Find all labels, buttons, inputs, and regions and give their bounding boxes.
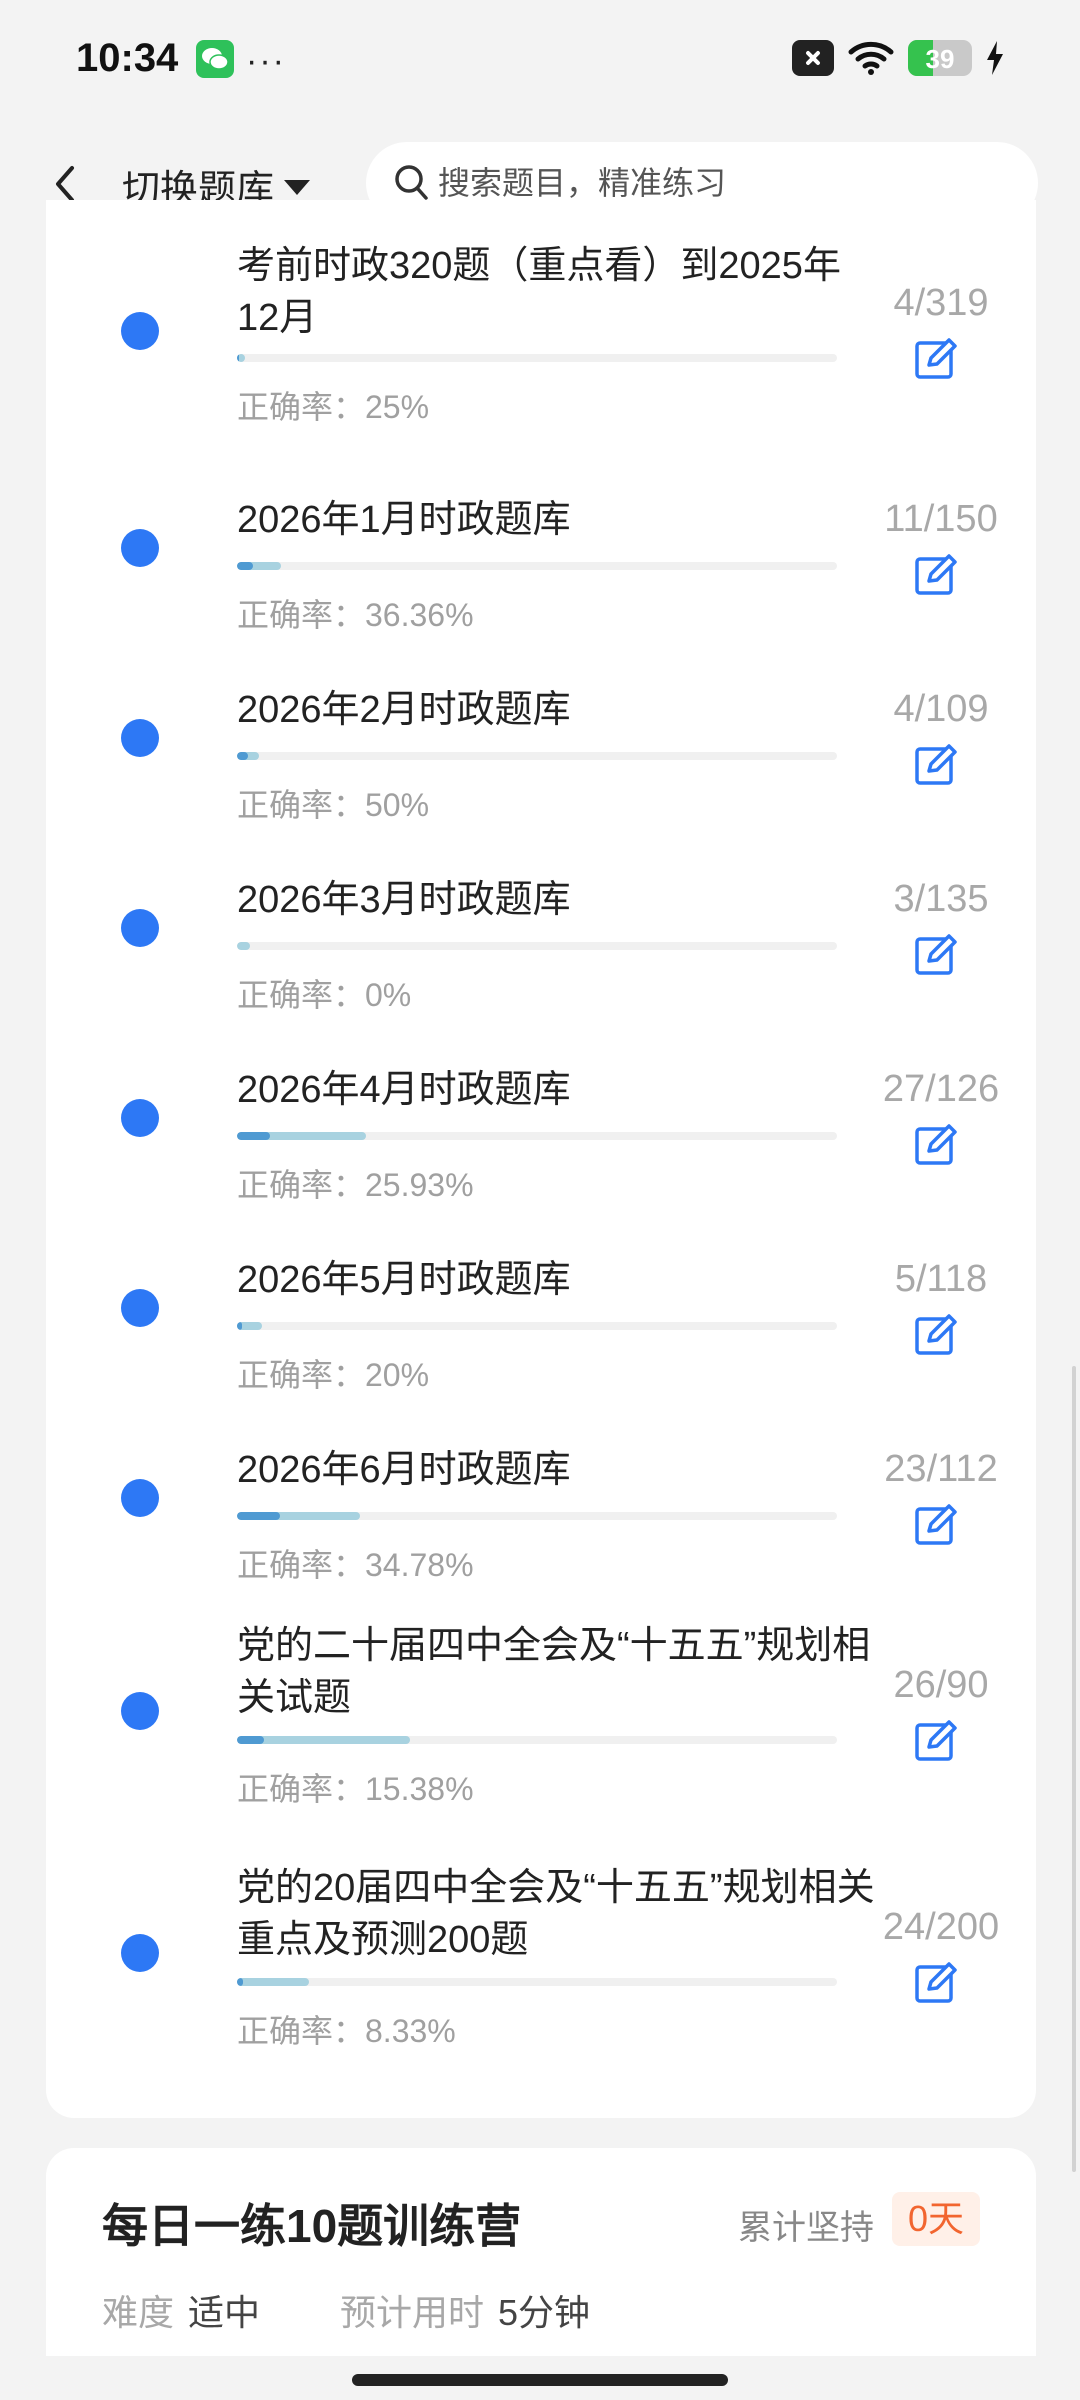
- accuracy-text: 正确率：0%: [237, 977, 412, 1013]
- streak-badge: 0天: [892, 2192, 981, 2246]
- item-title: 2026年4月时政题库: [237, 1069, 571, 1111]
- estimated-time-info: 预计用时 5分钟: [340, 2284, 590, 2336]
- edit-icon[interactable]: [914, 1960, 960, 2006]
- edit-icon[interactable]: [914, 1718, 960, 1764]
- edit-icon[interactable]: [914, 552, 960, 598]
- difficulty-label: 难度: [102, 2292, 175, 2333]
- status-dot: [121, 529, 159, 567]
- item-title: 2026年3月时政题库: [237, 879, 571, 921]
- status-dot: [121, 1289, 159, 1327]
- difficulty-info: 难度 适中: [102, 2284, 260, 2336]
- status-dot: [121, 719, 159, 757]
- home-indicator[interactable]: [352, 2374, 728, 2386]
- edit-icon[interactable]: [914, 336, 960, 382]
- progress-bar: [237, 1978, 837, 1986]
- status-dot: [121, 909, 159, 947]
- progress-bar: [237, 354, 837, 362]
- close-notification-icon: [792, 40, 834, 76]
- accuracy-text: 正确率：25%: [237, 389, 430, 425]
- status-bar: 10:34 ··· 39: [0, 0, 1080, 120]
- progress-count: 4/319: [893, 282, 989, 324]
- progress-count: 26/90: [893, 1664, 989, 1706]
- status-dot: [121, 1479, 159, 1517]
- progress-bar: [237, 1132, 837, 1140]
- edit-icon[interactable]: [914, 932, 960, 978]
- edit-icon[interactable]: [914, 1502, 960, 1548]
- scrollbar[interactable]: [1072, 1366, 1076, 2172]
- progress-bar: [237, 942, 837, 950]
- progress-count: 23/112: [884, 1448, 998, 1490]
- more-icon: ···: [246, 42, 286, 80]
- wechat-icon: [196, 40, 234, 78]
- item-title: 党的二十届四中全会及“十五五”规划相关试题: [237, 1625, 871, 1719]
- edit-icon[interactable]: [914, 1312, 960, 1358]
- training-camp-title: 每日一练10题训练营: [102, 2200, 522, 2252]
- battery-text: 39: [925, 44, 955, 74]
- item-title: 2026年2月时政题库: [237, 689, 571, 731]
- status-dot: [121, 312, 159, 350]
- accuracy-text: 正确率：25.93%: [237, 1167, 474, 1203]
- status-icons: 39: [792, 40, 1004, 76]
- progress-bar: [237, 1322, 837, 1330]
- streak-label: 累计坚持: [738, 2209, 874, 2247]
- progress-count: 4/109: [893, 688, 989, 730]
- progress-count: 27/126: [882, 1068, 1000, 1110]
- back-icon[interactable]: [46, 164, 86, 204]
- item-title: 2026年1月时政题库: [237, 499, 571, 541]
- status-dot: [121, 1934, 159, 1972]
- accuracy-text: 正确率：36.36%: [237, 597, 474, 633]
- accuracy-text: 正确率：50%: [237, 787, 430, 823]
- item-title: 党的20届四中全会及“十五五”规划相关重点及预测200题: [237, 1867, 875, 1961]
- progress-count: 11/150: [884, 498, 998, 540]
- difficulty-value: 适中: [188, 2292, 261, 2333]
- accuracy-text: 正确率：15.38%: [237, 1771, 474, 1807]
- progress-bar: [237, 752, 837, 760]
- edit-icon[interactable]: [914, 742, 960, 788]
- time-value: 5分钟: [498, 2292, 591, 2333]
- question-bank-list: 考前时政320题（重点看）到2025年12月 正确率：25% 4/319 202…: [46, 200, 1036, 2118]
- caret-down-icon: [284, 180, 311, 195]
- accuracy-text: 正确率：8.33%: [237, 2013, 456, 2049]
- charging-icon: [987, 41, 1003, 75]
- progress-count: 5/118: [894, 1258, 988, 1300]
- accuracy-text: 正确率：20%: [237, 1357, 430, 1393]
- wifi-icon: [848, 41, 894, 75]
- search-icon: [395, 165, 428, 200]
- progress-bar: [237, 1512, 837, 1520]
- status-dot: [121, 1099, 159, 1137]
- accuracy-text: 正确率：34.78%: [237, 1547, 474, 1583]
- item-title: 2026年5月时政题库: [237, 1259, 571, 1301]
- edit-icon[interactable]: [914, 1122, 960, 1168]
- item-title: 考前时政320题（重点看）到2025年12月: [237, 245, 841, 339]
- status-dot: [121, 1692, 159, 1730]
- progress-bar: [237, 562, 837, 570]
- progress-count: 3/135: [893, 878, 989, 920]
- item-title: 2026年6月时政题库: [237, 1449, 571, 1491]
- progress-count: 24/200: [882, 1906, 1000, 1948]
- time-label: 预计用时: [340, 2292, 485, 2333]
- battery-icon: 39: [908, 40, 972, 76]
- progress-bar: [237, 1736, 837, 1744]
- status-time: 10:34: [76, 36, 179, 80]
